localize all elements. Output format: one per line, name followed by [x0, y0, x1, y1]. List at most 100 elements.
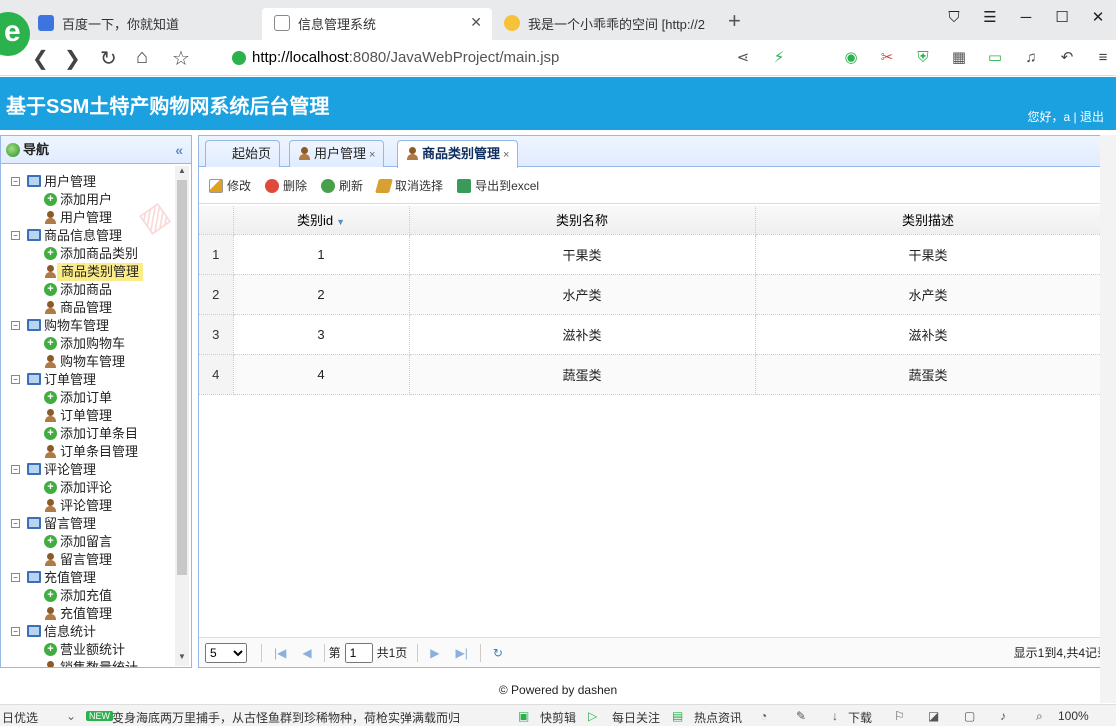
nav-item[interactable]: + 添加充值 [1, 587, 177, 605]
close-tab-icon[interactable]: × [369, 149, 375, 161]
close-tab-icon[interactable]: × [503, 149, 509, 161]
table-row[interactable]: 3 3 滋补类 滋补类 [199, 314, 1102, 355]
nav-item[interactable]: + 添加订单 [1, 389, 177, 407]
browser-tab-baidu[interactable]: 百度一下，你就知道 [26, 8, 262, 40]
column-header-desc[interactable]: 类别描述 [755, 206, 1102, 235]
nav-item[interactable]: + 添加用户 [1, 191, 177, 209]
collapse-toggle-icon[interactable]: − [11, 465, 20, 474]
close-tab-icon[interactable]: ✕ [470, 14, 482, 31]
cell-desc[interactable]: 滋补类 [755, 314, 1102, 355]
nav-item[interactable]: 用户管理 [1, 209, 177, 227]
nav-item[interactable]: 商品类别管理 [1, 263, 177, 281]
table-row[interactable]: 4 4 蔬蛋类 蔬蛋类 [199, 354, 1102, 395]
nav-item[interactable]: + 添加商品 [1, 281, 177, 299]
nav-group[interactable]: − 充值管理 [1, 569, 177, 587]
news-ticker[interactable]: 变身海底两万里捕手，从古怪鱼群到珍稀物种，荷枪实弹满载而归 [112, 709, 462, 726]
reload-page-icon[interactable]: ↻ [493, 646, 503, 660]
export-excel-button[interactable]: 导出到excel [457, 177, 539, 194]
close-window-icon[interactable]: ✕ [1080, 0, 1116, 40]
minimize-icon[interactable]: ─ [1008, 0, 1044, 40]
nav-group[interactable]: − 商品信息管理 [1, 227, 177, 245]
tab-user-manage[interactable]: 用户管理 × [289, 140, 385, 167]
home-icon[interactable]: ⌂ [136, 46, 148, 69]
daily-link[interactable]: 每日关注 [612, 709, 660, 726]
back-icon[interactable]: ❮ [32, 46, 49, 71]
nav-item[interactable]: + 添加购物车 [1, 335, 177, 353]
collapse-icon[interactable]: « [175, 136, 183, 164]
hot-link[interactable]: 热点资讯 [694, 709, 742, 726]
column-header-name[interactable]: 类别名称 [409, 206, 756, 235]
bookmark-star-icon[interactable]: ☆ [172, 46, 190, 71]
menu-icon[interactable]: ☰ [972, 0, 1008, 40]
cell-desc[interactable]: 水产类 [755, 274, 1102, 315]
cell-desc[interactable]: 干果类 [755, 234, 1102, 275]
nav-item[interactable]: 商品管理 [1, 299, 177, 317]
nav-item[interactable]: 订单管理 [1, 407, 177, 425]
cell-name[interactable]: 干果类 [409, 234, 756, 275]
chevron-down-icon[interactable]: ⌄ [66, 709, 76, 723]
headphones-icon[interactable]: ♫ [1020, 48, 1042, 68]
collapse-toggle-icon[interactable]: − [11, 321, 20, 330]
tab-category-manage[interactable]: 商品类别管理 × [397, 140, 519, 168]
table-row[interactable]: 2 2 水产类 水产类 [199, 274, 1102, 315]
collapse-toggle-icon[interactable]: − [11, 573, 20, 582]
page-size-select[interactable]: 5 [205, 642, 247, 663]
shield-icon[interactable]: ⛨ [912, 48, 934, 68]
nav-item[interactable]: 购物车管理 [1, 353, 177, 371]
cancel-select-button[interactable]: 取消选择 [375, 177, 443, 194]
flag-icon[interactable]: ⚐ [894, 709, 905, 723]
tab-start[interactable]: 起始页 [205, 140, 281, 167]
new-tab-icon[interactable]: + [728, 8, 741, 34]
cell-id[interactable]: 1 [233, 234, 410, 275]
quickclip-link[interactable]: 快剪辑 [540, 709, 576, 726]
first-page-icon[interactable]: |◀ [274, 646, 286, 660]
zoom-level[interactable]: 100% [1058, 709, 1089, 723]
volume-icon[interactable]: ♪ [1000, 709, 1006, 723]
collapse-toggle-icon[interactable]: − [11, 177, 20, 186]
column-header-id[interactable]: 类别id ▼ [233, 206, 410, 235]
cell-name[interactable]: 水产类 [409, 274, 756, 315]
nav-group[interactable]: − 购物车管理 [1, 317, 177, 335]
scroll-up-icon[interactable]: ▲ [175, 166, 189, 180]
scroll-down-icon[interactable]: ▼ [175, 652, 189, 666]
collapse-toggle-icon[interactable]: − [11, 627, 20, 636]
maximize-icon[interactable]: ☐ [1044, 0, 1080, 40]
undo-icon[interactable]: ↶ [1056, 48, 1078, 68]
nav-group[interactable]: − 用户管理 [1, 173, 177, 191]
prev-page-icon[interactable]: ◀ [302, 646, 311, 660]
collapse-toggle-icon[interactable]: − [11, 231, 20, 240]
nav-item[interactable]: + 添加订单条目 [1, 425, 177, 443]
cell-id[interactable]: 2 [233, 274, 410, 315]
last-page-icon[interactable]: ▶| [456, 646, 468, 660]
page-scrollbar[interactable] [1100, 135, 1116, 703]
forward-icon[interactable]: ❯ [64, 46, 81, 71]
apps-icon[interactable]: ▦ [948, 48, 970, 68]
nav-item[interactable]: + 添加商品类别 [1, 245, 177, 263]
battery-icon[interactable]: ▭ [984, 48, 1006, 68]
edit-button[interactable]: 修改 [209, 177, 251, 194]
more-menu-icon[interactable]: ≡ [1092, 48, 1114, 68]
cell-id[interactable]: 3 [233, 314, 410, 355]
refresh-button[interactable]: 刷新 [321, 177, 363, 194]
cell-id[interactable]: 4 [233, 354, 410, 395]
browser-tab-active[interactable]: 信息管理系统 ✕ [262, 8, 492, 40]
scissors-icon[interactable]: ✂ [876, 48, 898, 68]
cell-name[interactable]: 蔬蛋类 [409, 354, 756, 395]
wechat-icon[interactable]: ◉ [840, 48, 862, 68]
nav-item[interactable]: + 营业额统计 [1, 641, 177, 659]
table-row[interactable]: 1 1 干果类 干果类 [199, 234, 1102, 275]
collapse-toggle-icon[interactable]: − [11, 375, 20, 384]
cell-name[interactable]: 滋补类 [409, 314, 756, 355]
reload-icon[interactable]: ↻ [100, 46, 117, 71]
nav-item[interactable]: 销售数量统计 [1, 659, 177, 667]
nav-item[interactable]: + 添加留言 [1, 533, 177, 551]
status-left[interactable]: 日优选 [2, 709, 38, 726]
nav-item[interactable]: 充值管理 [1, 605, 177, 623]
delete-button[interactable]: 删除 [265, 177, 307, 194]
collapse-toggle-icon[interactable]: − [11, 519, 20, 528]
tools-icon[interactable]: ✎ [796, 709, 806, 723]
page-number-input[interactable] [344, 642, 373, 663]
nav-item[interactable]: 留言管理 [1, 551, 177, 569]
nav-group[interactable]: − 信息统计 [1, 623, 177, 641]
cell-desc[interactable]: 蔬蛋类 [755, 354, 1102, 395]
